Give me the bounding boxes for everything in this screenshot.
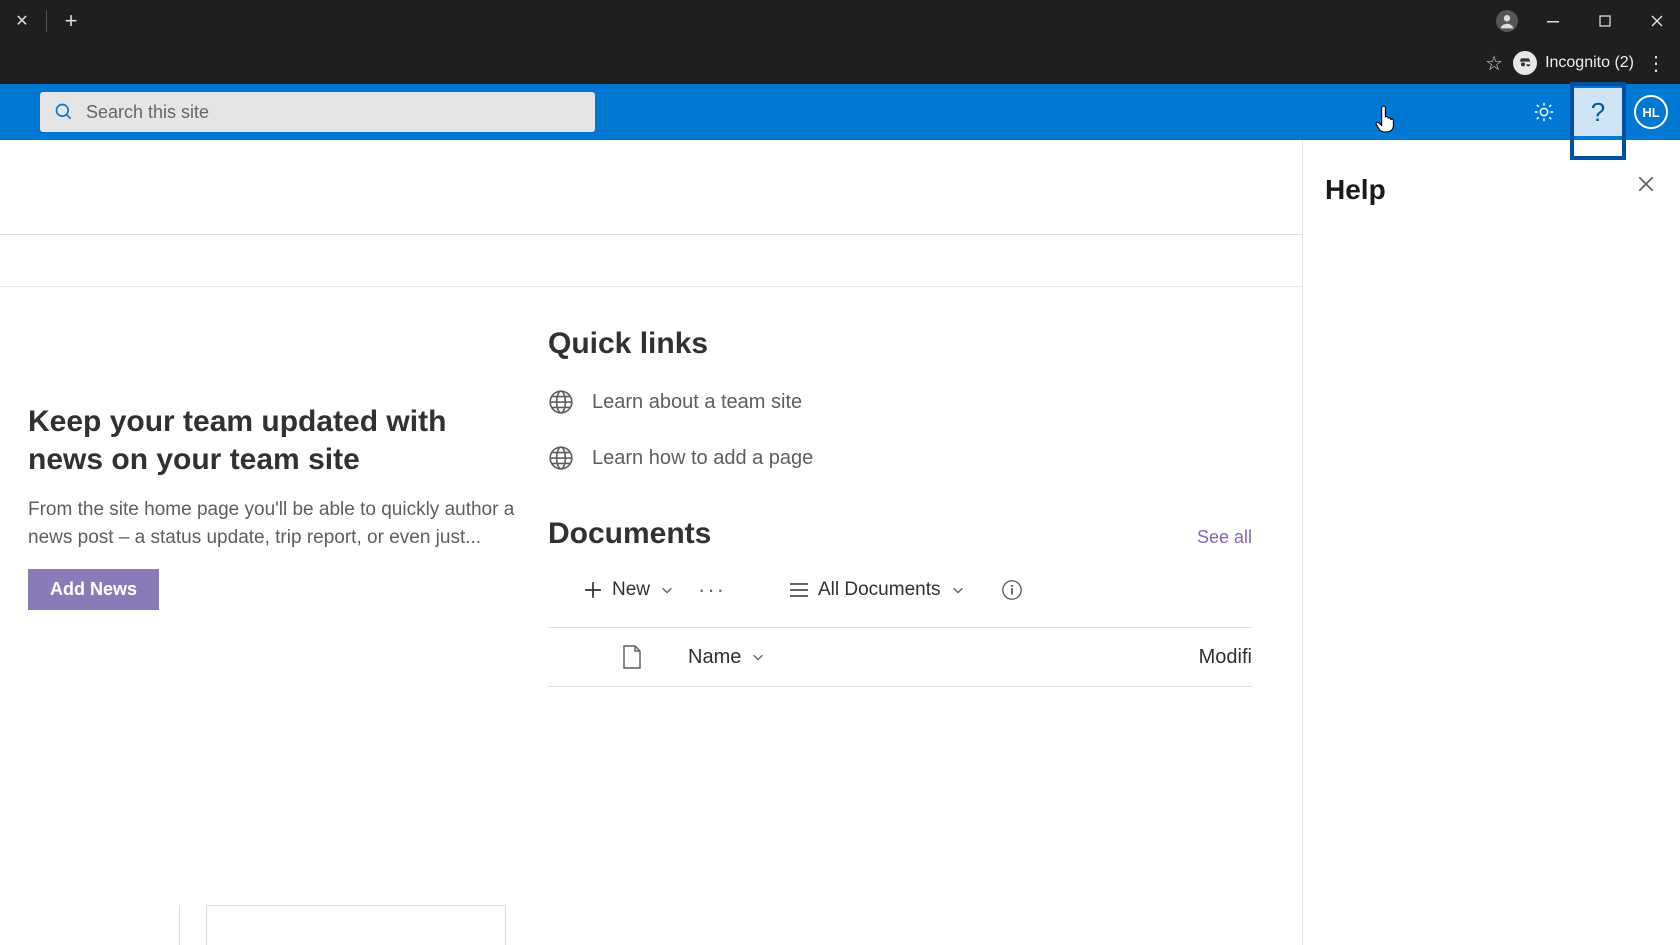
window-maximize-button[interactable] <box>1588 4 1622 38</box>
tab-close-button[interactable]: ✕ <box>8 7 36 35</box>
news-section: Keep your team updated with news on your… <box>28 317 528 687</box>
column-name[interactable]: Name <box>688 646 765 669</box>
new-button-label: New <box>612 579 650 601</box>
quick-link-item[interactable]: Learn about a team site <box>548 389 1252 415</box>
globe-icon <box>548 445 574 471</box>
quick-link-label: Learn how to add a page <box>592 447 813 470</box>
see-all-link[interactable]: See all <box>1197 527 1252 548</box>
globe-icon <box>548 389 574 415</box>
settings-button[interactable] <box>1520 88 1568 136</box>
help-button[interactable]: ? <box>1574 88 1622 136</box>
cursor-hand-icon <box>1374 104 1400 141</box>
list-icon <box>790 583 808 597</box>
bookmark-star-icon[interactable]: ☆ <box>1485 51 1503 76</box>
close-icon <box>1637 175 1655 193</box>
news-heading: Keep your team updated with news on your… <box>28 403 528 478</box>
view-selector-label: All Documents <box>818 579 941 601</box>
news-tile[interactable] <box>0 905 180 945</box>
right-column: Quick links Learn about a team site Lear… <box>548 317 1302 687</box>
more-actions-button[interactable]: ··· <box>698 577 726 603</box>
plus-icon <box>584 581 602 599</box>
quick-link-label: Learn about a team site <box>592 391 802 414</box>
sub-banner-region <box>0 235 1302 287</box>
documents-heading: Documents <box>548 517 711 551</box>
main-area: Keep your team updated with news on your… <box>0 140 1302 945</box>
chevron-down-icon <box>951 583 965 597</box>
browser-chrome: ✕ + ☆ Incognito (2) ⋮ <box>0 0 1680 84</box>
view-selector[interactable]: All Documents <box>790 579 965 601</box>
news-tile[interactable] <box>206 905 506 945</box>
news-tiles <box>0 905 506 945</box>
content-frame: Keep your team updated with news on your… <box>0 140 1680 945</box>
new-button[interactable]: New <box>584 579 674 601</box>
file-icon <box>622 645 642 669</box>
tab-divider <box>46 10 47 32</box>
incognito-badge[interactable]: Incognito (2) <box>1513 51 1634 75</box>
incognito-label: Incognito (2) <box>1545 54 1634 72</box>
quick-links-heading: Quick links <box>548 327 1252 361</box>
browser-menu-icon[interactable]: ⋮ <box>1644 51 1668 76</box>
column-modified[interactable]: Modifi <box>1199 646 1252 669</box>
documents-toolbar: New ··· All Documents <box>548 577 1252 603</box>
help-close-button[interactable] <box>1630 168 1662 200</box>
gear-icon <box>1533 101 1555 123</box>
user-avatar[interactable]: HL <box>1634 95 1668 129</box>
add-news-button[interactable]: Add News <box>28 569 159 610</box>
app-header: ? HL <box>0 84 1680 140</box>
window-minimize-button[interactable] <box>1536 4 1570 38</box>
help-pane-title: Help <box>1325 174 1660 206</box>
chevron-down-icon <box>751 650 765 664</box>
search-icon <box>54 102 74 122</box>
column-name-label: Name <box>688 646 741 669</box>
quick-link-item[interactable]: Learn how to add a page <box>548 445 1252 471</box>
search-input[interactable] <box>86 102 581 123</box>
info-icon[interactable] <box>1001 579 1023 601</box>
question-icon: ? <box>1591 97 1605 128</box>
chevron-down-icon <box>660 583 674 597</box>
tab-strip: ✕ + <box>0 0 1680 42</box>
address-bar: ☆ Incognito (2) ⋮ <box>0 42 1680 84</box>
news-description: From the site home page you'll be able t… <box>28 496 528 551</box>
documents-table-header: Name Modifi <box>548 627 1252 687</box>
search-box[interactable] <box>40 92 595 132</box>
help-pane: Help <box>1302 140 1680 945</box>
window-close-button[interactable] <box>1640 4 1674 38</box>
banner-region <box>0 140 1302 235</box>
new-tab-button[interactable]: + <box>57 7 85 35</box>
incognito-icon <box>1513 51 1537 75</box>
profile-avatar-icon[interactable] <box>1496 10 1518 32</box>
